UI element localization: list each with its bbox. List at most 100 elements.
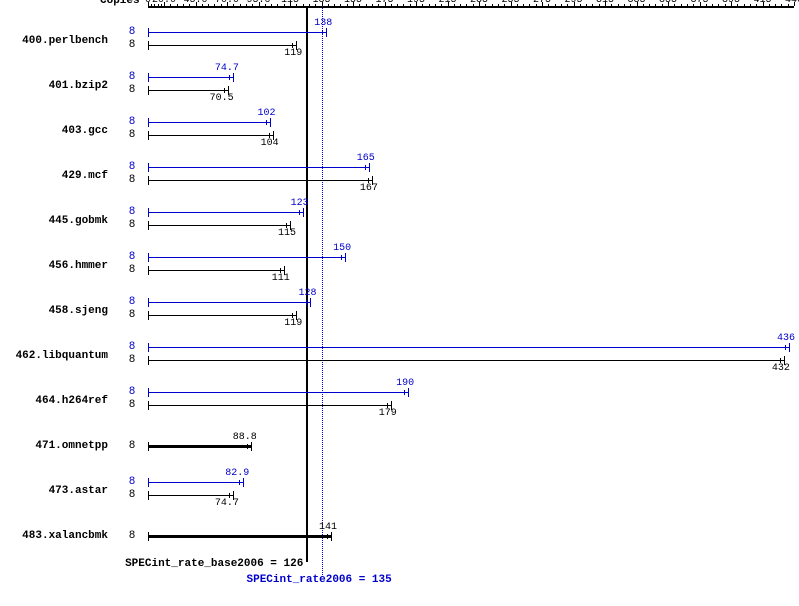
copies-peak: 8 [122, 116, 142, 128]
bar-peak [148, 302, 310, 303]
axis-minor-tick [170, 4, 171, 6]
bar-base [148, 495, 233, 496]
value-label-base: 167 [360, 183, 378, 194]
bar-start-tick [148, 41, 149, 50]
copies-base: 8 [122, 440, 142, 452]
axis-minor-tick [403, 4, 404, 6]
axis-minor-tick [271, 4, 272, 6]
bar-start-tick [148, 356, 149, 365]
bar-base [148, 270, 284, 271]
axis-minor-tick [769, 4, 770, 6]
axis-minor-tick [517, 4, 518, 6]
axis-tick-label: 20.0 [152, 0, 176, 6]
bar-end-tick [408, 388, 409, 397]
bar-start-tick [148, 253, 149, 262]
bar-peak [148, 392, 408, 393]
value-label-base: 74.7 [215, 498, 239, 509]
bar-start-tick [148, 442, 149, 451]
value-label-base: 88.8 [233, 432, 257, 443]
axis-minor-tick [655, 4, 656, 6]
bar-start-tick [148, 388, 149, 397]
bar-end-tick [243, 478, 244, 487]
copies-base: 8 [122, 39, 142, 51]
bar-peak [148, 32, 326, 33]
axis-minor-tick [674, 4, 675, 6]
axis-minor-tick [296, 4, 297, 6]
copies-peak: 8 [122, 341, 142, 353]
bar-peak [148, 212, 303, 213]
copies-header: Copies [100, 0, 140, 7]
axis-minor-tick [498, 4, 499, 6]
footer-peak-score: SPECint_rate2006 = 135 [247, 574, 392, 586]
axis-minor-tick [718, 4, 719, 6]
bar-base [148, 90, 228, 91]
reference-line-peak [322, 6, 323, 577]
bar-inner-tick [266, 120, 267, 125]
axis-minor-tick [712, 4, 713, 6]
bar-start-tick [148, 401, 149, 410]
bar-base [148, 135, 273, 136]
copies-peak: 8 [122, 296, 142, 308]
axis-minor-tick [454, 4, 455, 6]
axis-minor-tick [366, 4, 367, 6]
copies-peak: 8 [122, 386, 142, 398]
axis-minor-tick [277, 4, 278, 6]
bar-base [148, 535, 331, 538]
axis-minor-tick [202, 4, 203, 6]
bar-start-tick [148, 298, 149, 307]
bar-inner-tick [306, 300, 307, 305]
axis-minor-tick [681, 4, 682, 6]
footer-base-score: SPECint_rate_base2006 = 126 [125, 558, 303, 570]
value-label-peak: 82.9 [225, 468, 249, 479]
copies-base: 8 [122, 309, 142, 321]
axis-minor-tick [303, 4, 304, 6]
bar-inner-tick [229, 75, 230, 80]
axis-minor-tick [485, 4, 486, 6]
copies-peak: 8 [122, 26, 142, 38]
copies-base: 8 [122, 530, 142, 542]
axis-minor-tick [372, 4, 373, 6]
benchmark-label: 403.gcc [8, 125, 108, 137]
copies-peak: 8 [122, 476, 142, 488]
value-label-peak: 165 [357, 153, 375, 164]
axis-minor-tick [391, 4, 392, 6]
axis-minor-tick [523, 4, 524, 6]
bar-start-tick [148, 208, 149, 217]
axis-minor-tick [177, 4, 178, 6]
benchmark-label: 483.xalancbmk [8, 530, 108, 542]
axis-minor-tick [340, 4, 341, 6]
bar-peak [148, 122, 270, 123]
bar-inner-tick [322, 30, 323, 35]
axis-minor-tick [561, 4, 562, 6]
benchmark-label: 473.astar [8, 485, 108, 497]
bar-start-tick [148, 491, 149, 500]
value-label-base: 179 [379, 408, 397, 419]
bar-base [148, 315, 296, 316]
axis-tick-label: 95.0 [246, 0, 270, 6]
copies-base: 8 [122, 489, 142, 501]
value-label-base: 104 [261, 138, 279, 149]
bar-start-tick [148, 478, 149, 487]
bar-start-tick [148, 118, 149, 127]
axis-minor-tick [429, 4, 430, 6]
bar-end-tick [345, 253, 346, 262]
value-label-peak: 138 [314, 18, 332, 29]
copies-peak: 8 [122, 206, 142, 218]
copies-peak: 8 [122, 161, 142, 173]
bar-inner-tick [327, 534, 328, 539]
value-label-peak: 190 [396, 378, 414, 389]
bar-inner-tick [404, 390, 405, 395]
axis-minor-tick [618, 4, 619, 6]
axis-minor-tick [737, 4, 738, 6]
axis-minor-tick [649, 4, 650, 6]
axis-minor-tick [624, 4, 625, 6]
bar-end-tick [310, 298, 311, 307]
value-label-base: 70.5 [210, 93, 234, 104]
benchmark-label: 401.bzip2 [8, 80, 108, 92]
axis-minor-tick [359, 4, 360, 6]
bar-start-tick [148, 532, 149, 541]
bar-start-tick [148, 176, 149, 185]
bar-start-tick [148, 86, 149, 95]
value-label-peak: 74.7 [215, 63, 239, 74]
bar-start-tick [148, 343, 149, 352]
